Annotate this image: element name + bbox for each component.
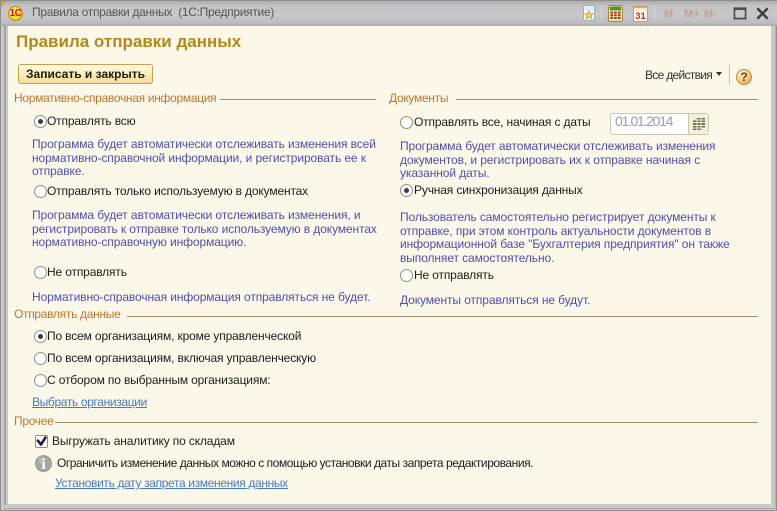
svg-text:31: 31 <box>635 11 646 22</box>
